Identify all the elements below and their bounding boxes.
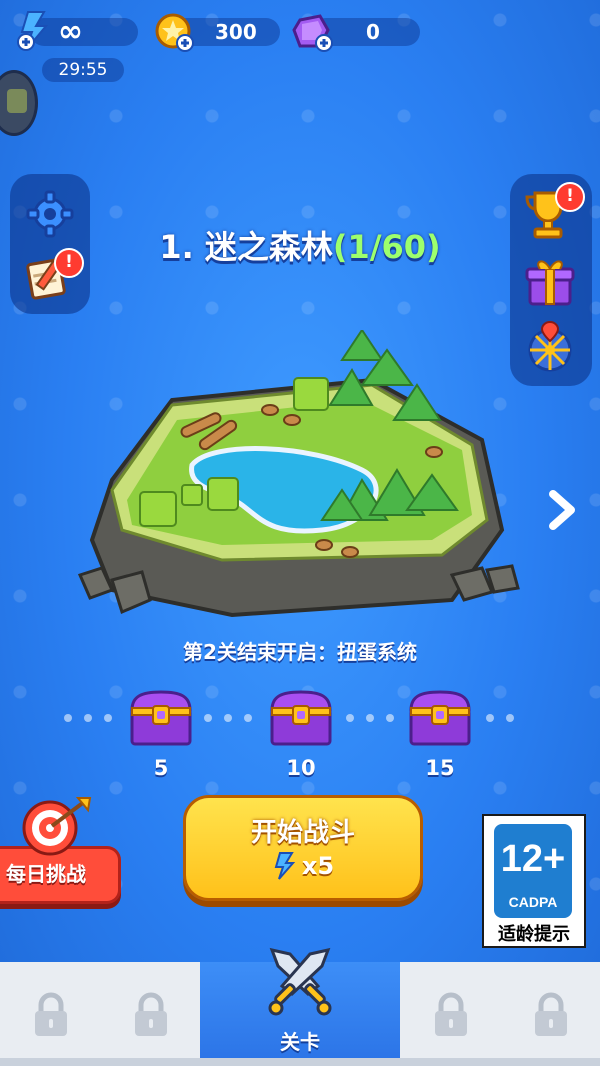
coin-add-icon[interactable] [153, 12, 199, 54]
energy-value: ∞ [58, 14, 83, 49]
nav-tab-levels-label: 关卡 [280, 1030, 320, 1054]
energy-add-icon[interactable] [14, 10, 54, 52]
gems-value: 0 [366, 20, 380, 44]
age-rating-badge: 12+ CADPA 适龄提示 [482, 814, 586, 948]
progress-dot [506, 714, 514, 722]
progress-dot [386, 714, 394, 722]
nav-bottom-edge [0, 1058, 600, 1066]
age-rating-tip: 适龄提示 [498, 924, 570, 945]
reward-chest-icon[interactable] [126, 688, 196, 748]
progress-dot [346, 714, 354, 722]
next-chapter-chevron-icon[interactable] [545, 490, 579, 530]
start-battle-label: 开始战斗 [250, 818, 355, 848]
energy-timer: 29:55 [42, 58, 124, 82]
energy-bolt-icon [272, 852, 296, 880]
nav-locked-tab-lock-icon[interactable] [431, 992, 471, 1038]
nav-locked-tab-lock-icon[interactable] [31, 992, 71, 1038]
start-battle-button[interactable]: 开始战斗 x5 [183, 795, 423, 901]
progress-dot [104, 714, 112, 722]
daily-challenge-button[interactable]: 每日挑战 [0, 797, 122, 904]
forest-island-map[interactable] [72, 328, 532, 630]
gem-add-icon[interactable] [292, 12, 338, 54]
level-name: 1. 迷之森林 [159, 228, 333, 266]
nav-locked-tab-lock-icon[interactable] [531, 992, 571, 1038]
chest-label: 15 [425, 756, 455, 780]
daily-challenge-label: 每日挑战 [6, 862, 86, 886]
battle-cost-value: x5 [301, 852, 335, 880]
progress-dot [486, 714, 494, 722]
target-dart-icon [22, 796, 92, 856]
chest-label: 10 [286, 756, 316, 780]
progress-dot [204, 714, 212, 722]
progress-dot [244, 714, 252, 722]
progress-dot [64, 714, 72, 722]
level-progress: (1/60) [332, 228, 441, 266]
age-rating-brand: CADPA [508, 894, 558, 910]
age-rating-number: 12+ [500, 838, 566, 880]
reward-chest-icon[interactable] [266, 688, 336, 748]
age-rating-panel: 12+ CADPA [494, 824, 572, 918]
crossed-swords-icon [264, 946, 336, 1018]
battle-cost: x5 [186, 852, 420, 880]
trophy-alert-badge: ! [555, 182, 585, 212]
progress-dot [366, 714, 374, 722]
progress-dot [84, 714, 92, 722]
unlock-hint-text: 第2关结束开启：扭蛋系统 [183, 640, 417, 664]
chest-label: 5 [153, 756, 169, 780]
coins-value: 300 [215, 20, 257, 44]
nav-locked-tab-lock-icon[interactable] [131, 992, 171, 1038]
level-title: 1. 迷之森林(1/60) [0, 222, 600, 268]
reward-chest-icon[interactable] [405, 688, 475, 748]
progress-dot [224, 714, 232, 722]
